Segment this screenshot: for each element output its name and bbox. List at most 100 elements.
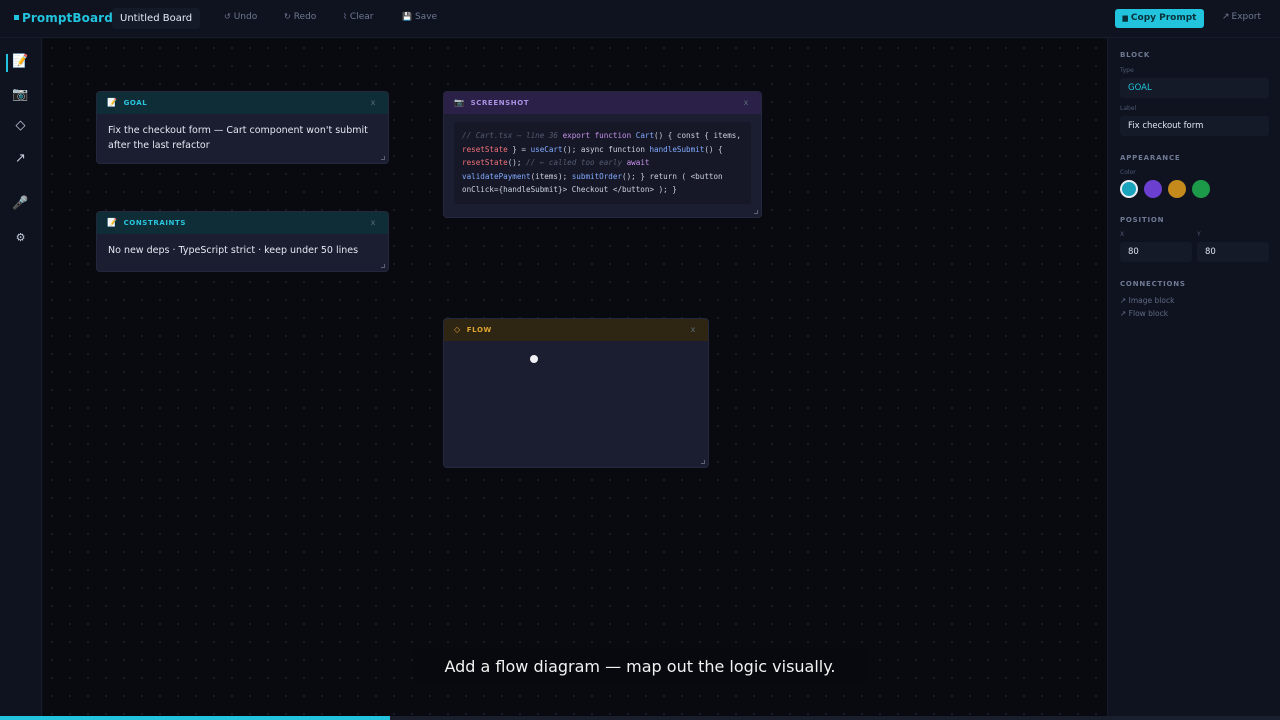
redo-icon: ↻ xyxy=(284,12,291,21)
constraints-block[interactable]: 📝 CONSTRAINTS x No new deps · TypeScript … xyxy=(96,211,389,272)
color-swatch-amber[interactable] xyxy=(1168,180,1186,198)
arrow-icon[interactable]: ↗ xyxy=(8,149,33,169)
screenshot-block-header[interactable]: 📷 SCREENSHOT x xyxy=(444,92,761,114)
code-keyword: await xyxy=(622,158,650,167)
clear-label: Clear xyxy=(349,12,374,22)
label-input[interactable]: Fix checkout form xyxy=(1120,116,1269,136)
goal-block-title: GOAL xyxy=(123,99,148,107)
copy-icon: ▆ xyxy=(1122,14,1128,22)
undo-button[interactable]: ↺ Undo xyxy=(224,12,257,22)
code-function: handleSubmit xyxy=(649,144,705,154)
app-logo[interactable]: PromptBoard xyxy=(14,11,113,25)
top-bar: PromptBoard Untitled Board ↺ Undo ↻ Redo ⌇… xyxy=(0,0,1280,38)
flow-block-title: FLOW xyxy=(466,326,492,334)
type-select[interactable]: GOAL xyxy=(1120,78,1269,98)
goal-block-text[interactable]: Fix the checkout form — Cart component w… xyxy=(97,114,388,162)
video-progress-bar[interactable] xyxy=(0,716,1280,720)
redo-button[interactable]: ↻ Redo xyxy=(284,12,316,22)
code-variable: resetState xyxy=(462,144,508,154)
camera-icon: 📷 xyxy=(454,98,465,107)
memo-icon: 📝 xyxy=(107,218,118,227)
screenshot-block-title: SCREENSHOT xyxy=(470,99,530,107)
copy-prompt-label: Copy Prompt xyxy=(1130,13,1197,23)
logo-square-icon xyxy=(14,15,19,20)
connections-section-title: CONNECTIONS xyxy=(1120,280,1186,288)
board-canvas[interactable]: 📝 GOAL x Fix the checkout form — Cart com… xyxy=(43,39,1107,720)
flow-block-header[interactable]: ◇ FLOW x xyxy=(444,319,708,341)
code-snippet: // Cart.tsx — line 36 export function Ca… xyxy=(454,122,751,204)
label-label: Label xyxy=(1120,105,1137,112)
close-icon[interactable]: x xyxy=(371,92,376,114)
memo-icon: 📝 xyxy=(107,98,118,107)
code-function: validatePayment xyxy=(462,171,531,181)
resize-handle[interactable] xyxy=(381,264,385,268)
block-section-title: BLOCK xyxy=(1120,51,1151,59)
gear-icon[interactable]: ⚙ xyxy=(8,228,33,248)
undo-label: Undo xyxy=(233,12,258,22)
code-variable: resetState xyxy=(462,158,508,167)
save-label: Save xyxy=(414,12,438,22)
resize-handle[interactable] xyxy=(754,210,758,214)
code-function: useCart xyxy=(530,144,563,154)
properties-panel: BLOCK Type GOAL Label Fix checkout form … xyxy=(1107,38,1280,720)
code-comment: // ← called too early xyxy=(526,158,623,167)
close-icon[interactable]: x xyxy=(691,319,696,341)
export-icon: ↗ xyxy=(1222,12,1230,22)
copy-prompt-button[interactable]: ▆ Copy Prompt xyxy=(1115,9,1204,28)
color-swatch-purple[interactable] xyxy=(1144,180,1162,198)
code-text: (items); xyxy=(530,171,572,181)
code-text: } = xyxy=(507,144,531,154)
left-toolbar: 📝 📷 ◇ ↗ 🎤 ⚙ xyxy=(0,38,42,720)
save-icon: 💾 xyxy=(402,12,412,21)
screenshot-block[interactable]: 📷 SCREENSHOT x // Cart.tsx — line 36 expo… xyxy=(443,91,762,218)
camera-icon[interactable]: 📷 xyxy=(8,85,33,105)
y-label: Y xyxy=(1197,231,1201,238)
code-text: () { const { items, xyxy=(654,131,746,140)
connection-image-block[interactable]: ↗ Image block xyxy=(1120,296,1174,305)
x-input[interactable]: 80 xyxy=(1120,242,1192,262)
goal-block[interactable]: 📝 GOAL x Fix the checkout form — Cart com… xyxy=(96,91,389,164)
color-label: Color xyxy=(1120,169,1136,176)
diamond-icon[interactable]: ◇ xyxy=(8,116,33,136)
export-label: Export xyxy=(1231,12,1262,22)
resize-handle[interactable] xyxy=(381,156,385,160)
type-label: Type xyxy=(1120,67,1134,74)
color-swatch-green[interactable] xyxy=(1192,180,1210,198)
y-input[interactable]: 80 xyxy=(1197,242,1269,262)
code-text: export function xyxy=(558,131,636,140)
appearance-section-title: APPEARANCE xyxy=(1120,154,1181,162)
text-block-tool-icon[interactable]: 📝 xyxy=(8,52,33,72)
app-name: PromptBoard xyxy=(22,11,113,25)
close-icon[interactable]: x xyxy=(371,212,376,234)
resize-handle[interactable] xyxy=(701,460,705,464)
video-caption: Add a flow diagram — map out the logic v… xyxy=(414,648,866,686)
code-text: (); xyxy=(507,158,527,167)
undo-icon: ↺ xyxy=(224,12,231,21)
microphone-icon[interactable]: 🎤 xyxy=(8,194,33,214)
close-icon[interactable]: x xyxy=(744,92,749,114)
x-label: X xyxy=(1120,231,1125,238)
redo-label: Redo xyxy=(293,12,317,22)
video-progress-fill xyxy=(0,716,391,720)
flow-block[interactable]: ◇ FLOW x xyxy=(443,318,709,468)
board-name-field[interactable]: Untitled Board xyxy=(112,8,201,29)
connection-flow-block[interactable]: ↗ Flow block xyxy=(1120,309,1168,318)
constraints-block-title: CONSTRAINTS xyxy=(123,219,187,227)
export-button[interactable]: ↗ Export xyxy=(1222,12,1261,22)
goal-block-header[interactable]: 📝 GOAL x xyxy=(97,92,388,114)
code-text: (); async function xyxy=(562,144,650,154)
clear-button[interactable]: ⌇ Clear xyxy=(343,12,373,22)
constraints-block-text[interactable]: No new deps · TypeScript strict · keep u… xyxy=(97,234,388,267)
diamond-icon: ◇ xyxy=(454,325,461,334)
cursor-dot xyxy=(530,355,538,363)
code-function: submitOrder xyxy=(571,171,623,181)
constraints-block-header[interactable]: 📝 CONSTRAINTS x xyxy=(97,212,388,234)
code-function: Cart xyxy=(635,131,655,140)
code-text: () { xyxy=(704,144,728,154)
color-swatch-teal[interactable] xyxy=(1120,180,1138,198)
save-button[interactable]: 💾 Save xyxy=(402,12,437,22)
code-comment: // Cart.tsx — line 36 xyxy=(462,131,559,140)
position-section-title: POSITION xyxy=(1120,216,1165,224)
clear-icon: ⌇ xyxy=(343,12,347,21)
